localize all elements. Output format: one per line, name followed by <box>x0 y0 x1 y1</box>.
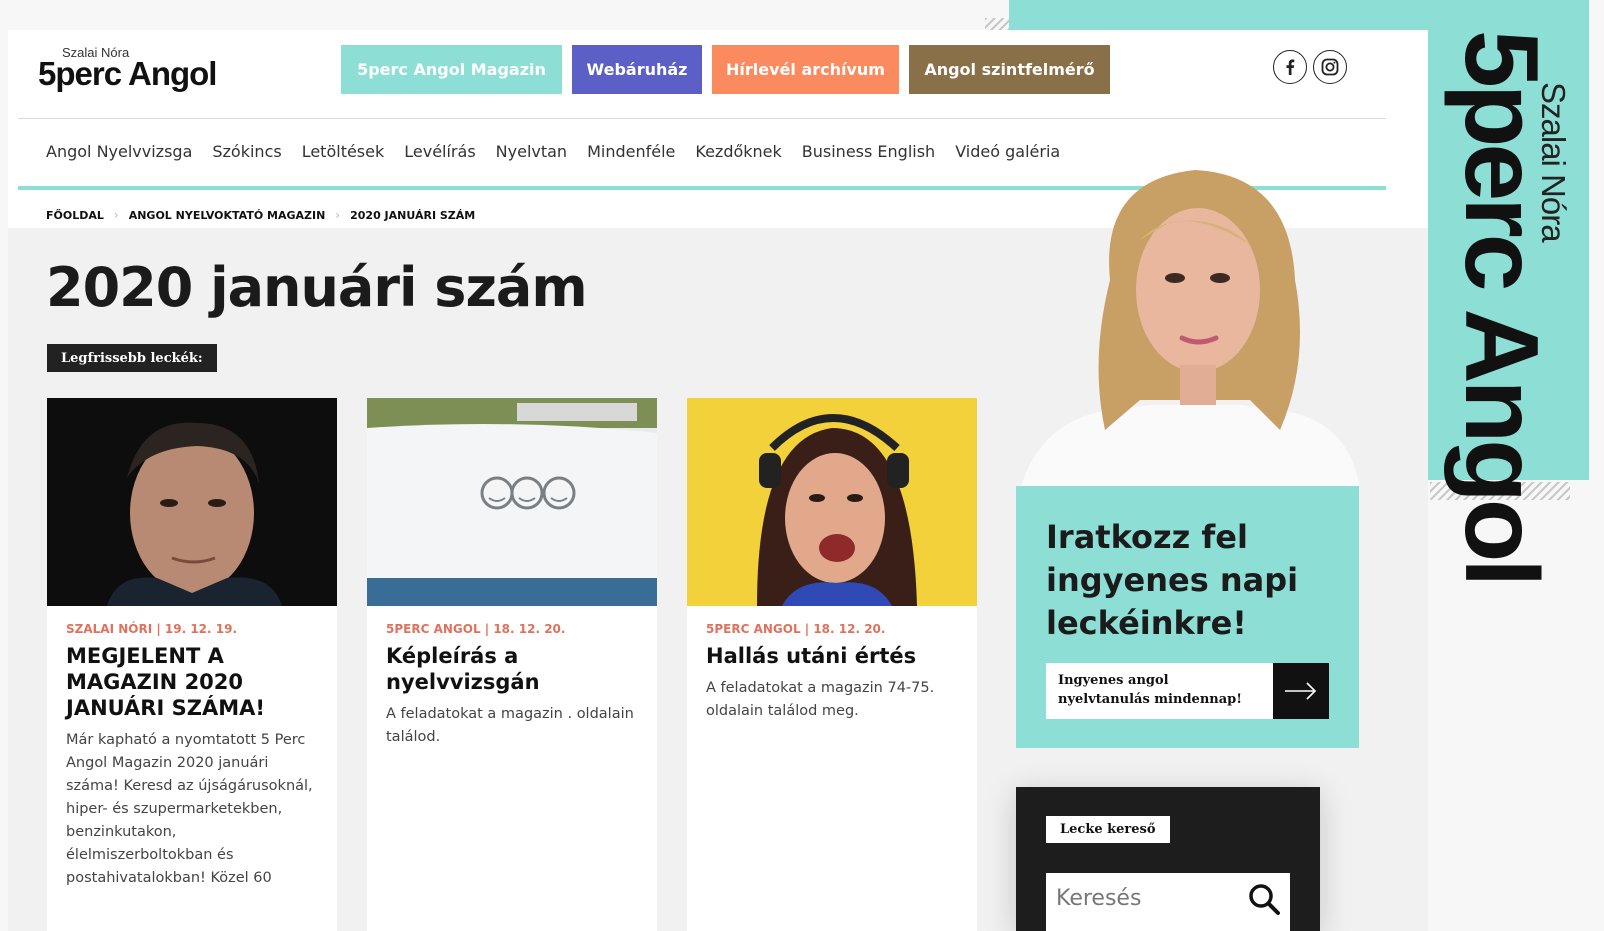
signup-button[interactable]: Ingyenes angol nyelvtanulás mindennap! <box>1046 663 1329 719</box>
nav-item-szokincs[interactable]: Szókincs <box>212 142 281 161</box>
card-meta: 5PERC ANGOL | 18. 12. 20. <box>706 622 886 636</box>
nav-item-business-english[interactable]: Business English <box>802 142 935 161</box>
social-links <box>1273 50 1347 84</box>
chevron-right-icon: › <box>113 208 119 222</box>
search-field <box>1046 873 1290 931</box>
lesson-search-box: Lecke kereső <box>1016 787 1320 931</box>
nav-item-kezdoknek[interactable]: Kezdőknek <box>695 142 781 161</box>
signup-button-label: Ingyenes angol nyelvtanulás mindennap! <box>1058 673 1242 707</box>
breadcrumb-magazin[interactable]: ANGOL NYELVOKTATÓ MAGAZIN <box>129 209 326 222</box>
top-nav: 5perc Angol Magazin Webáruház Hírlevél a… <box>341 45 1110 94</box>
card-title[interactable]: MEGJELENT A MAGAZIN 2020 JANUÁRI SZÁMA! <box>66 643 326 721</box>
latest-lessons-badge: Legfrissebb leckék: <box>47 344 217 372</box>
breadcrumb: FŐOLDAL › ANGOL NYELVOKTATÓ MAGAZIN › 20… <box>46 208 475 222</box>
author-portrait <box>1020 160 1370 490</box>
nav-item-levelíras[interactable]: Levélírás <box>404 142 475 161</box>
card-meta: SZALAI NÓRI | 19. 12. 19. <box>66 622 238 636</box>
breadcrumb-current: 2020 JANUÁRI SZÁM <box>350 208 476 222</box>
instagram-icon[interactable] <box>1313 50 1347 84</box>
nav-button-szintfelmero[interactable]: Angol szintfelmérő <box>909 45 1110 94</box>
vertical-brand-logo: Szalai Nóra 5perc Angol <box>1443 30 1572 620</box>
search-input[interactable] <box>1046 873 1246 923</box>
card-excerpt: A feladatokat a magazin 74-75. oldalain … <box>706 680 935 719</box>
vertical-brand-title: 5perc Angol <box>1443 30 1559 584</box>
card-meta: 5PERC ANGOL | 18. 12. 20. <box>386 622 566 636</box>
card-image[interactable] <box>687 398 977 606</box>
search-icon[interactable] <box>1246 881 1282 917</box>
card-title[interactable]: Képleírás a nyelvvizsgán <box>386 643 646 695</box>
card-image[interactable] <box>367 398 657 606</box>
card-image[interactable] <box>47 398 337 606</box>
newsletter-signup-box: Iratkozz fel ingyenes napi leckéinkre! I… <box>1016 486 1359 748</box>
nav-item-mindenfele[interactable]: Mindenféle <box>587 142 675 161</box>
nav-button-magazin[interactable]: 5perc Angol Magazin <box>341 45 562 94</box>
logo-title: 5perc Angol <box>38 55 217 92</box>
vertical-brand-subtitle: Szalai Nóra <box>1535 82 1572 242</box>
main-nav: Angol Nyelvvizsga Szókincs Letöltések Le… <box>46 142 1080 161</box>
nav-item-nyelvtan[interactable]: Nyelvtan <box>496 142 567 161</box>
divider <box>18 118 1386 119</box>
facebook-icon[interactable] <box>1273 50 1307 84</box>
lesson-card: SZALAI NÓRI | 19. 12. 19. MEGJELENT A MA… <box>47 398 337 931</box>
site-logo[interactable]: Szalai Nóra 5perc Angol <box>38 45 243 95</box>
nav-item-nyelvvizsga[interactable]: Angol Nyelvvizsga <box>46 142 192 161</box>
nav-button-hirlevel[interactable]: Hírlevél archívum <box>712 45 899 94</box>
card-excerpt: Már kapható a nyomtatott 5 Perc Angol Ma… <box>66 732 313 886</box>
card-title[interactable]: Hallás utáni értés <box>706 643 966 669</box>
breadcrumb-home[interactable]: FŐOLDAL <box>46 209 104 222</box>
nav-item-video-galeria[interactable]: Videó galéria <box>955 142 1060 161</box>
nav-button-webaruhaz[interactable]: Webáruház <box>572 45 702 94</box>
chevron-right-icon: › <box>335 208 341 222</box>
arrow-right-icon[interactable] <box>1273 663 1329 719</box>
lesson-card: 5PERC ANGOL | 18. 12. 20. Képleírás a ny… <box>367 398 657 931</box>
card-excerpt: A feladatokat a magazin . oldalain talál… <box>386 706 634 745</box>
lesson-card: 5PERC ANGOL | 18. 12. 20. Hallás utáni é… <box>687 398 977 931</box>
nav-item-letoltesek[interactable]: Letöltések <box>302 142 385 161</box>
page-title: 2020 januári szám <box>46 256 588 319</box>
signup-title: Iratkozz fel ingyenes napi leckéinkre! <box>1046 518 1299 642</box>
search-label: Lecke kereső <box>1046 816 1170 843</box>
